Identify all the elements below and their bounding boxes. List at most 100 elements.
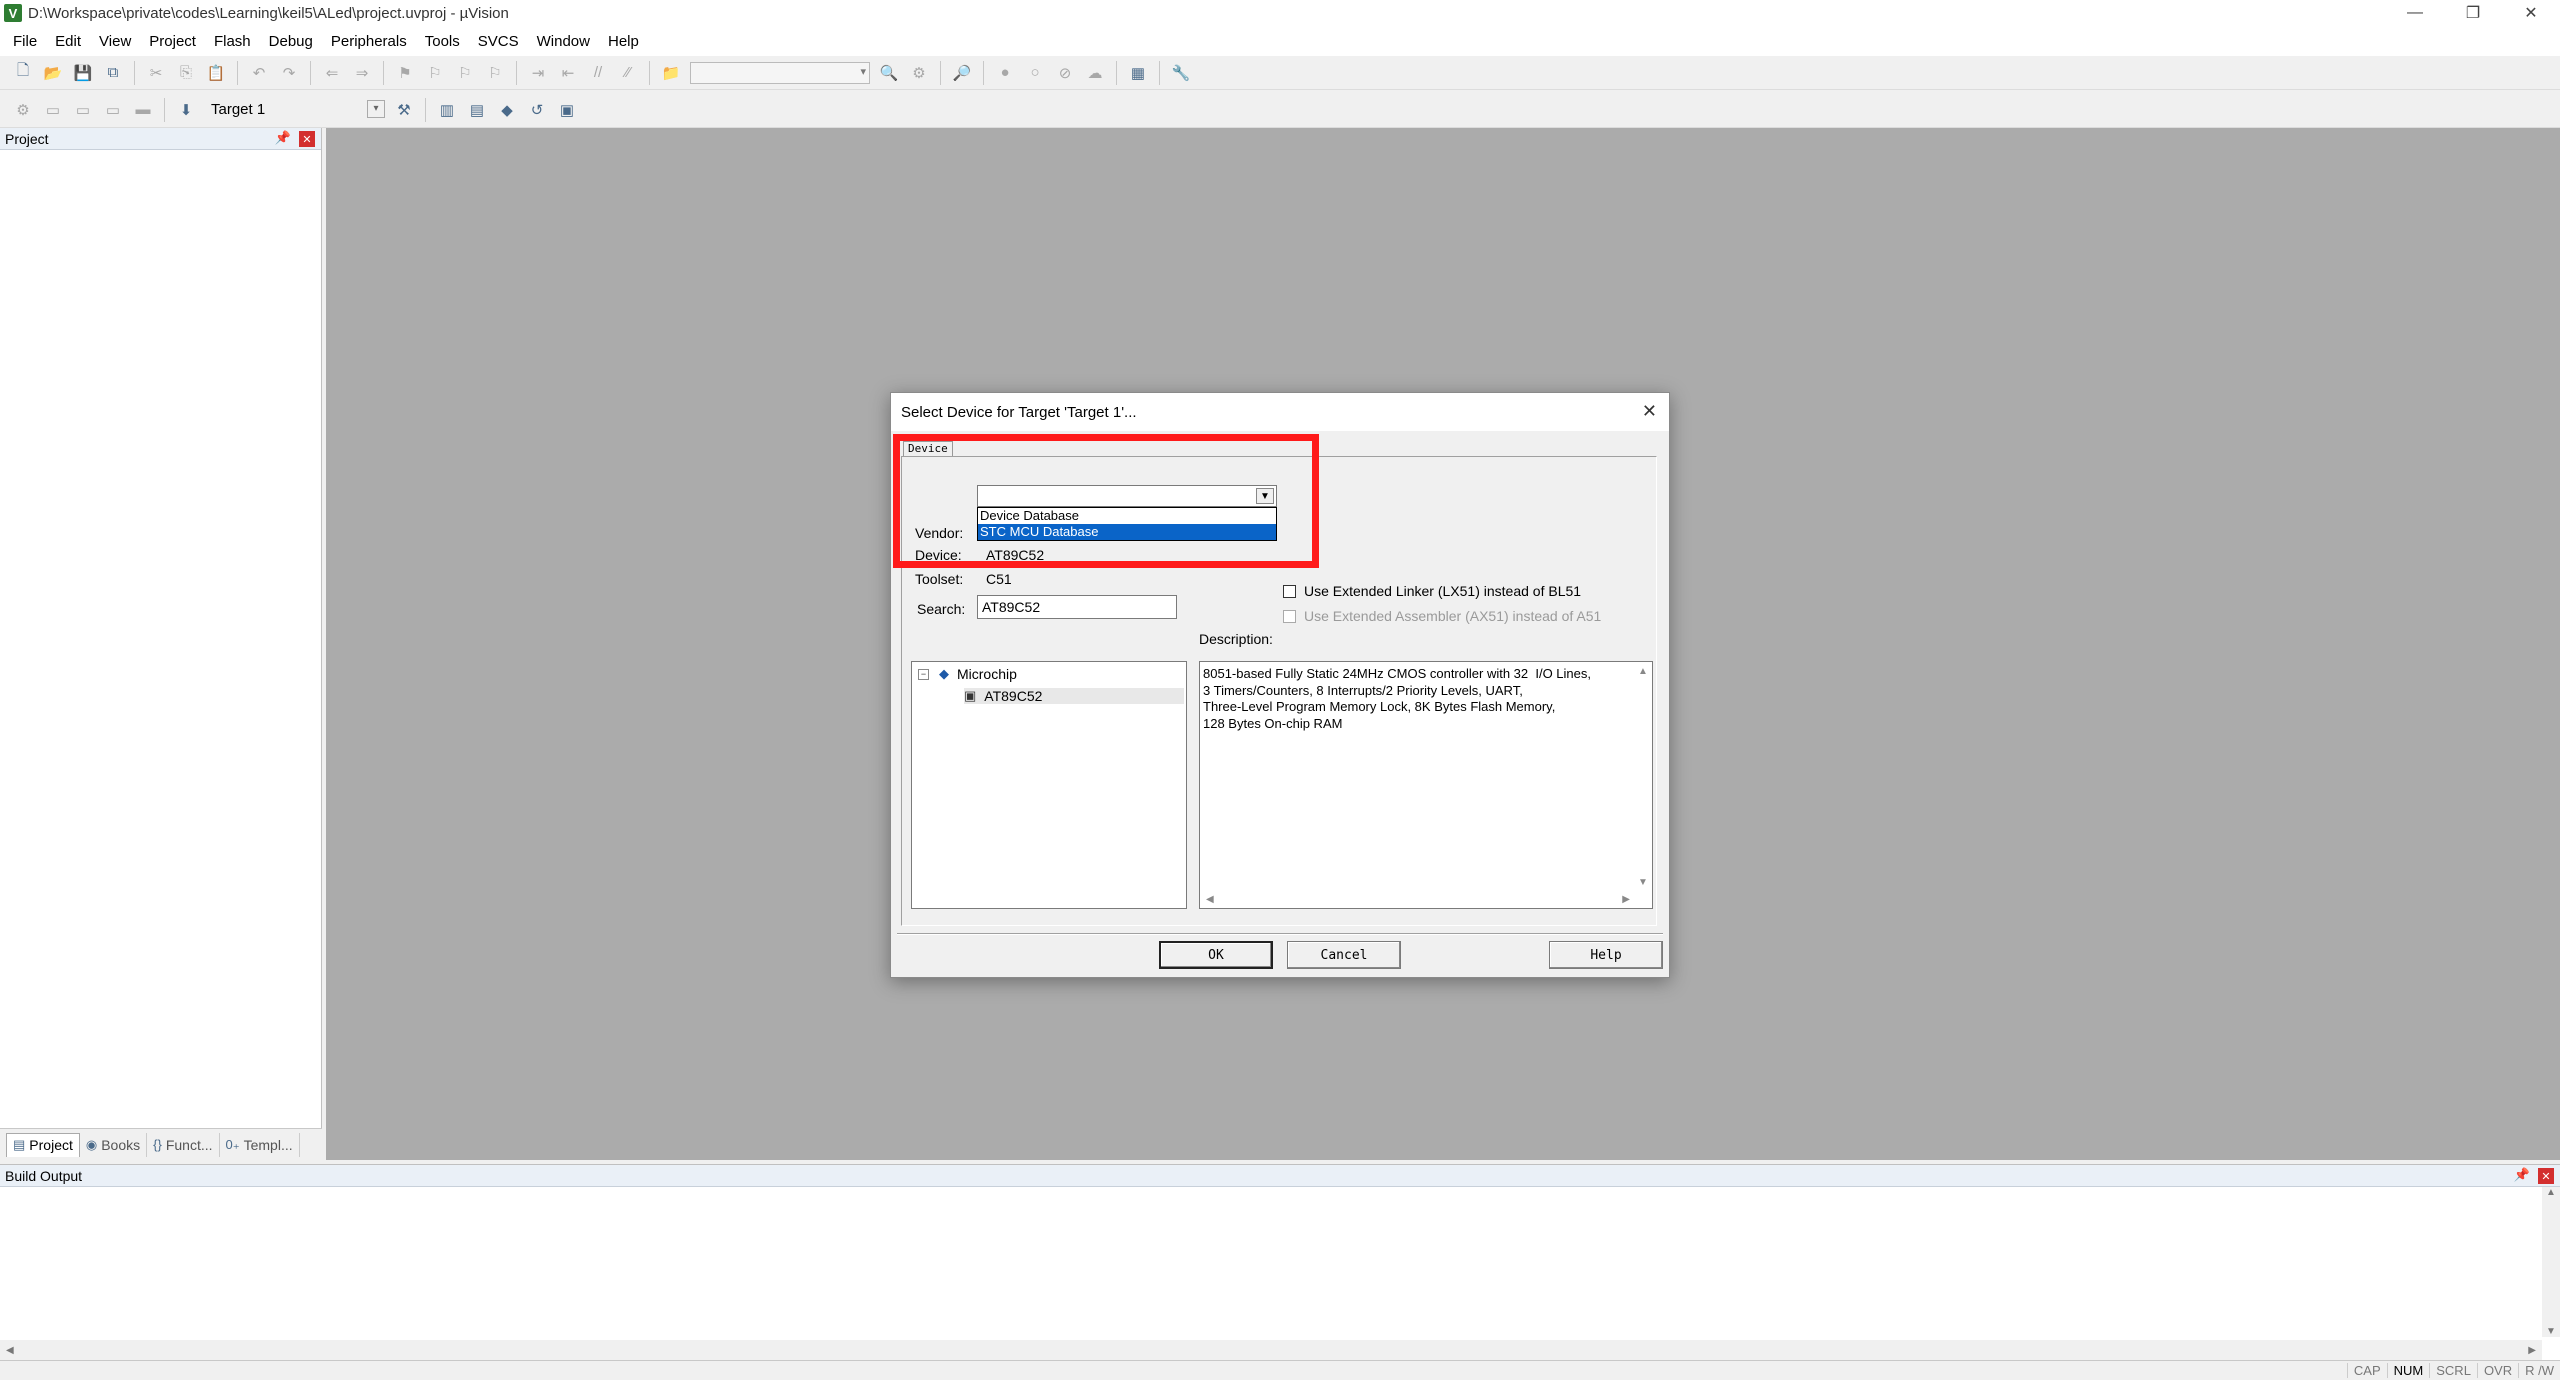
tree-node-microchip[interactable]: − ◆ Microchip — [918, 666, 1017, 682]
scroll-left-icon[interactable]: ◀ — [1206, 894, 1214, 905]
toolbar-separator — [1159, 60, 1160, 85]
tab-functions[interactable]: {} Funct... — [147, 1132, 220, 1157]
collapse-icon[interactable]: − — [918, 668, 929, 680]
file-extensions-icon[interactable]: ▥ — [434, 97, 460, 123]
scroll-down-icon[interactable]: ▼ — [2546, 1326, 2556, 1337]
select-software-packs-icon[interactable]: ↺ — [524, 97, 550, 123]
window-layout-icon[interactable]: ▦ — [1125, 60, 1151, 86]
horizontal-scrollbar[interactable]: ◀ ▶ — [1200, 890, 1636, 908]
menu-tools[interactable]: Tools — [416, 33, 469, 50]
menu-peripherals[interactable]: Peripherals — [322, 33, 416, 50]
tab-device[interactable]: Device — [903, 441, 953, 457]
find-in-files-icon[interactable]: 📁 — [658, 60, 684, 86]
menu-view[interactable]: View — [90, 33, 140, 50]
search-input[interactable] — [977, 595, 1177, 619]
cut-icon[interactable]: ✂ — [143, 60, 169, 86]
target-options-icon[interactable]: ⚒ — [391, 97, 417, 123]
vendor-option-device-database[interactable]: Device Database — [978, 508, 1276, 524]
stop-build-icon[interactable]: ▬ — [130, 97, 156, 123]
vertical-scrollbar[interactable]: ▲ ▼ — [2542, 1187, 2560, 1337]
device-tree[interactable]: − ◆ Microchip ▣ AT89C52 — [911, 661, 1187, 909]
save-all-icon[interactable]: ⧉ — [100, 60, 126, 86]
unindent-icon[interactable]: ⇤ — [555, 60, 581, 86]
scroll-left-icon[interactable]: ◀ — [6, 1345, 14, 1356]
disable-all-breakpoints-icon[interactable]: ⊘ — [1052, 60, 1078, 86]
next-bookmark-icon[interactable]: ⚐ — [452, 60, 478, 86]
copy-icon[interactable]: ⎘ — [173, 60, 199, 86]
vertical-scrollbar[interactable]: ▲ ▼ — [1634, 662, 1652, 892]
help-button[interactable]: Help — [1549, 941, 1663, 969]
menu-help[interactable]: Help — [599, 33, 648, 50]
menu-svcs[interactable]: SVCS — [469, 33, 528, 50]
find-combo[interactable]: ▾ — [690, 61, 870, 84]
menu-edit[interactable]: Edit — [46, 33, 90, 50]
incremental-find-icon[interactable]: ⚙ — [906, 60, 932, 86]
uncomment-icon[interactable]: ⁄⁄ — [615, 60, 641, 86]
tab-templates[interactable]: 0₊ Templ... — [220, 1132, 300, 1157]
clear-bookmarks-icon[interactable]: ⚐ — [482, 60, 508, 86]
close-icon[interactable]: ✕ — [2538, 1168, 2554, 1184]
prev-bookmark-icon[interactable]: ⚐ — [422, 60, 448, 86]
tab-project[interactable]: ▤ Project — [6, 1132, 80, 1157]
scroll-down-icon[interactable]: ▼ — [1638, 877, 1648, 888]
breakpoint-icon[interactable]: ● — [992, 60, 1018, 86]
menu-debug[interactable]: Debug — [260, 33, 322, 50]
navigate-back-icon[interactable]: ⇐ — [319, 60, 345, 86]
scroll-up-icon[interactable]: ▲ — [2546, 1187, 2556, 1198]
chevron-down-icon[interactable]: ▼ — [1256, 488, 1274, 504]
manage-components-icon[interactable]: ▤ — [464, 97, 490, 123]
run-time-environment-icon[interactable]: ▣ — [554, 97, 580, 123]
toolbar-separator — [134, 60, 135, 85]
translate-icon[interactable]: ⚙ — [10, 97, 36, 123]
cancel-button[interactable]: Cancel — [1287, 941, 1401, 969]
download-icon[interactable]: ⬇ — [173, 97, 199, 123]
rebuild-icon[interactable]: ▭ — [70, 97, 96, 123]
menu-project[interactable]: Project — [140, 33, 205, 50]
disable-breakpoint-icon[interactable]: ○ — [1022, 60, 1048, 86]
indent-icon[interactable]: ⇥ — [525, 60, 551, 86]
minimize-button[interactable]: — — [2386, 0, 2444, 26]
ok-button[interactable]: OK — [1159, 941, 1273, 969]
pin-icon[interactable]: 📌 — [2514, 1167, 2530, 1183]
batch-build-icon[interactable]: ▭ — [100, 97, 126, 123]
comment-icon[interactable]: // — [585, 60, 611, 86]
bookmark-icon[interactable]: ⚑ — [392, 60, 418, 86]
tree-node-at89c52[interactable]: ▣ AT89C52 — [964, 688, 1184, 704]
dialog-separator — [897, 933, 1663, 935]
new-file-icon[interactable]: 🗋 — [10, 60, 36, 86]
menu-flash[interactable]: Flash — [205, 33, 260, 50]
close-icon[interactable]: ✕ — [299, 131, 315, 147]
redo-icon[interactable]: ↷ — [276, 60, 302, 86]
tab-books[interactable]: ◉ Books — [80, 1132, 148, 1157]
extended-linker-checkbox[interactable]: Use Extended Linker (LX51) instead of BL… — [1283, 583, 1581, 599]
target-select[interactable]: Target 1 ▾ — [205, 98, 385, 122]
vendor-select[interactable]: ▼ — [977, 485, 1277, 507]
functions-tab-icon: {} — [153, 1137, 162, 1152]
kill-breakpoints-icon[interactable]: ☁ — [1082, 60, 1108, 86]
build-icon[interactable]: ▭ — [40, 97, 66, 123]
restore-button[interactable]: ❐ — [2444, 0, 2502, 26]
paste-icon[interactable]: 📋 — [203, 60, 229, 86]
chevron-down-icon: ▾ — [860, 65, 866, 78]
checkbox-box — [1283, 609, 1296, 623]
debug-session-icon[interactable]: 🔎 — [949, 60, 975, 86]
scroll-right-icon[interactable]: ▶ — [1622, 894, 1630, 905]
extended-assembler-label: Use Extended Assembler (AX51) instead of… — [1304, 608, 1602, 624]
pack-installer-icon[interactable]: ◆ — [494, 97, 520, 123]
horizontal-scrollbar[interactable]: ◀ ▶ — [0, 1340, 2542, 1360]
close-window-button[interactable]: ✕ — [2502, 0, 2560, 26]
checkbox-box[interactable] — [1283, 584, 1296, 598]
close-icon[interactable]: ✕ — [1642, 401, 1657, 422]
pin-icon[interactable]: 📌 — [275, 130, 291, 146]
menu-window[interactable]: Window — [528, 33, 599, 50]
configure-icon[interactable]: 🔧 — [1168, 60, 1194, 86]
open-file-icon[interactable]: 📂 — [40, 60, 66, 86]
menu-file[interactable]: File — [4, 33, 46, 50]
undo-icon[interactable]: ↶ — [246, 60, 272, 86]
find-icon[interactable]: 🔍 — [876, 60, 902, 86]
scroll-right-icon[interactable]: ▶ — [2528, 1345, 2536, 1356]
vendor-option-stc-mcu-database[interactable]: STC MCU Database — [978, 524, 1276, 540]
scroll-up-icon[interactable]: ▲ — [1638, 666, 1648, 677]
save-icon[interactable]: 💾 — [70, 60, 96, 86]
navigate-forward-icon[interactable]: ⇒ — [349, 60, 375, 86]
